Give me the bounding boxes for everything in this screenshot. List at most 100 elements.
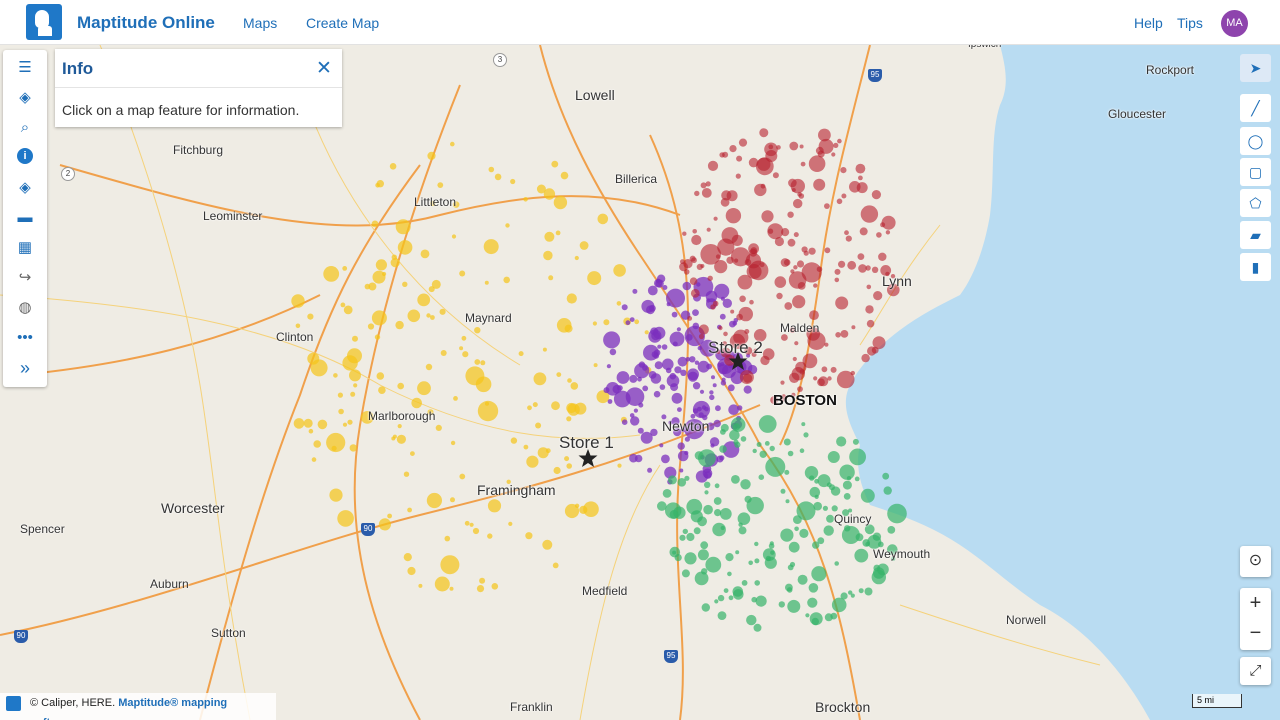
customer-dot[interactable] bbox=[831, 505, 838, 512]
customer-dot[interactable] bbox=[882, 472, 890, 480]
customer-dot[interactable] bbox=[376, 372, 385, 380]
customer-dot[interactable] bbox=[411, 397, 423, 409]
customer-dot[interactable] bbox=[450, 141, 455, 147]
customer-dot[interactable] bbox=[738, 526, 747, 535]
customer-dot[interactable] bbox=[475, 376, 492, 393]
customer-dot[interactable] bbox=[679, 262, 689, 272]
customer-dot[interactable] bbox=[729, 145, 737, 153]
customer-dot[interactable] bbox=[700, 541, 709, 550]
customer-dot[interactable] bbox=[629, 453, 638, 463]
customer-dot[interactable] bbox=[765, 555, 772, 562]
customer-dot[interactable] bbox=[661, 344, 668, 350]
customer-dot[interactable] bbox=[689, 277, 698, 285]
customer-dot[interactable] bbox=[720, 423, 729, 432]
customer-dot[interactable] bbox=[707, 275, 713, 281]
customer-dot[interactable] bbox=[760, 183, 766, 189]
customer-dot[interactable] bbox=[794, 526, 799, 532]
customer-dot[interactable] bbox=[682, 281, 692, 291]
customer-dot[interactable] bbox=[567, 378, 572, 383]
customer-dot[interactable] bbox=[579, 241, 589, 250]
customer-dot[interactable] bbox=[553, 466, 561, 475]
customer-dot[interactable] bbox=[712, 300, 719, 307]
customer-dot[interactable] bbox=[616, 371, 630, 384]
customer-dot[interactable] bbox=[293, 418, 305, 429]
customer-dot[interactable] bbox=[714, 483, 720, 489]
customer-dot[interactable] bbox=[662, 358, 674, 371]
customer-dot[interactable] bbox=[523, 444, 529, 450]
customer-dot[interactable] bbox=[654, 279, 663, 288]
customer-dot[interactable] bbox=[754, 580, 760, 586]
customer-dot[interactable] bbox=[637, 427, 644, 434]
customer-dot[interactable] bbox=[823, 525, 834, 536]
customer-dot[interactable] bbox=[788, 271, 807, 289]
grid-icon[interactable]: ▦ bbox=[15, 238, 35, 258]
customer-dot[interactable] bbox=[469, 522, 474, 527]
customer-dot[interactable] bbox=[720, 197, 730, 207]
customer-dot[interactable] bbox=[756, 442, 762, 447]
customer-dot[interactable] bbox=[450, 497, 455, 503]
customer-dot[interactable] bbox=[883, 486, 892, 495]
customer-dot[interactable] bbox=[793, 232, 799, 238]
customer-dot[interactable] bbox=[487, 499, 502, 513]
customer-dot[interactable] bbox=[653, 390, 661, 398]
customer-dot[interactable] bbox=[629, 317, 635, 322]
customer-dot[interactable] bbox=[841, 193, 847, 199]
customer-dot[interactable] bbox=[555, 230, 561, 236]
customer-dot[interactable] bbox=[525, 532, 533, 540]
customer-dot[interactable] bbox=[474, 359, 481, 365]
customer-dot[interactable] bbox=[723, 588, 729, 593]
customer-dot[interactable] bbox=[718, 325, 723, 331]
customer-dot[interactable] bbox=[778, 601, 785, 608]
customer-dot[interactable] bbox=[737, 512, 751, 525]
customer-dot[interactable] bbox=[333, 373, 338, 378]
customer-dot[interactable] bbox=[508, 521, 513, 526]
customer-dot[interactable] bbox=[714, 599, 719, 604]
circle-select-icon[interactable]: ◯ bbox=[1240, 127, 1271, 155]
customer-dot[interactable] bbox=[715, 405, 721, 412]
customer-dot[interactable] bbox=[684, 552, 697, 565]
customer-dot[interactable] bbox=[553, 195, 568, 210]
customer-dot[interactable] bbox=[542, 347, 547, 352]
customer-dot[interactable] bbox=[734, 258, 739, 263]
customer-dot[interactable] bbox=[397, 240, 413, 255]
customer-dot[interactable] bbox=[603, 319, 610, 326]
customer-dot[interactable] bbox=[323, 266, 340, 282]
customer-dot[interactable] bbox=[697, 549, 709, 561]
customer-dot[interactable] bbox=[459, 270, 466, 277]
customer-dot[interactable] bbox=[830, 366, 837, 373]
customer-dot[interactable] bbox=[719, 313, 726, 320]
customer-dot[interactable] bbox=[426, 313, 431, 318]
customer-dot[interactable] bbox=[785, 583, 793, 592]
customer-dot[interactable] bbox=[690, 288, 700, 298]
zoom-in-button[interactable]: + bbox=[1240, 588, 1271, 618]
customer-dot[interactable] bbox=[713, 497, 722, 505]
app-title[interactable]: Maptitude Online bbox=[77, 13, 215, 33]
customer-dot[interactable] bbox=[818, 376, 829, 387]
customer-dot[interactable] bbox=[813, 178, 826, 191]
customer-dot[interactable] bbox=[556, 372, 562, 377]
customer-dot[interactable] bbox=[371, 220, 379, 228]
customer-dot[interactable] bbox=[461, 335, 467, 341]
customer-dot[interactable] bbox=[698, 449, 716, 467]
customer-dot[interactable] bbox=[767, 223, 784, 240]
customer-dot[interactable] bbox=[850, 370, 855, 376]
customer-dot[interactable] bbox=[625, 320, 631, 326]
customer-dot[interactable] bbox=[800, 161, 806, 167]
customer-dot[interactable] bbox=[313, 440, 322, 448]
customer-dot[interactable] bbox=[340, 302, 346, 308]
customer-dot[interactable] bbox=[737, 405, 743, 411]
pointer-icon[interactable]: ➤ bbox=[1240, 54, 1271, 82]
customer-dot[interactable] bbox=[792, 356, 797, 362]
customer-dot[interactable] bbox=[727, 384, 735, 392]
customer-dot[interactable] bbox=[564, 456, 570, 462]
customer-dot[interactable] bbox=[403, 471, 410, 477]
customer-dot[interactable] bbox=[644, 330, 649, 335]
customer-dot[interactable] bbox=[772, 172, 779, 179]
help-link[interactable]: Help bbox=[1134, 15, 1163, 31]
customer-dot[interactable] bbox=[824, 613, 833, 622]
customer-dot[interactable] bbox=[480, 360, 486, 366]
customer-dot[interactable] bbox=[709, 390, 714, 395]
customer-dot[interactable] bbox=[337, 392, 343, 398]
customer-dot[interactable] bbox=[694, 360, 700, 365]
customer-dot[interactable] bbox=[813, 283, 818, 288]
